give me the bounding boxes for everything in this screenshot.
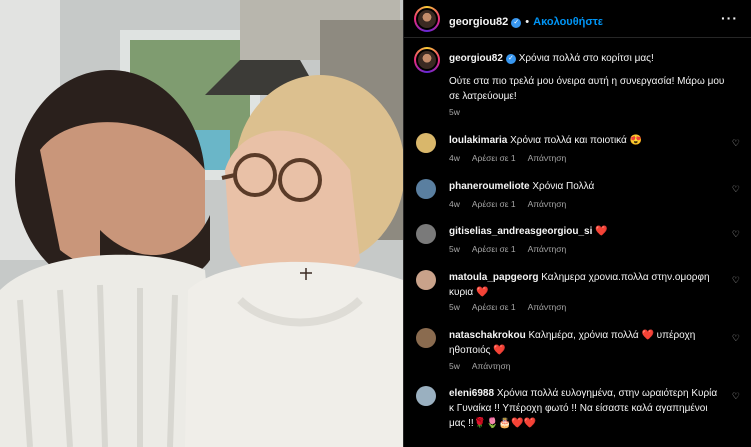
heart-icon[interactable]: ♡ xyxy=(732,184,740,195)
comment-body-cont: κ Γυναίκα !! Υπέροχη φωτό !! Να είσαστε … xyxy=(449,403,708,414)
reply-button[interactable]: Απάντηση xyxy=(472,361,511,371)
post-side-panel: georgiou82 ✓ • Ακολουθήστε ··· georgiou82 ✓ … xyxy=(403,0,751,447)
comment-username[interactable]: matoula_papgeorg xyxy=(449,272,538,283)
reply-button[interactable]: Απάντηση xyxy=(528,153,567,163)
caption-time[interactable]: 5w xyxy=(449,107,460,117)
heart-icon[interactable]: ♡ xyxy=(732,229,740,240)
comment-time[interactable]: 5w xyxy=(449,302,460,312)
comment-meta: 5w Αρέσει σε 1 Απάντηση xyxy=(449,302,578,312)
comment-avatar[interactable] xyxy=(416,179,436,199)
comment-body-cont: κυρια ❤️ xyxy=(449,287,489,298)
comment-username[interactable]: loulakimaria xyxy=(449,135,507,146)
caption-text: georgiou82 ✓ Χρόνια πολλά στο κορίτσι μας… xyxy=(449,51,739,104)
comment-time[interactable]: 4w xyxy=(449,153,460,163)
comment-text: nataschakrokou Καλημέρα, χρόνια πολλά ❤️… xyxy=(449,328,719,358)
comment-text: gitiselias_andreasgeorgiou_si ❤️ xyxy=(449,224,719,239)
comment-avatar[interactable] xyxy=(416,270,436,290)
comment-time[interactable]: 5w xyxy=(449,244,460,254)
comment-time[interactable]: 4w xyxy=(449,199,460,209)
comment-body: Καλημερα χρονια.πολλα στην.ομορφη xyxy=(541,272,710,283)
photo-illustration xyxy=(0,0,403,447)
caption-line-3: σε λατρεύουμε! xyxy=(449,91,517,102)
verified-badge-icon: ✓ xyxy=(505,54,516,64)
comment-text: loulakimaria Χρόνια πολλά και ποιοτικά 😍 xyxy=(449,133,719,148)
comment-likes[interactable]: Αρέσει σε 1 xyxy=(472,244,516,254)
separator-dot: • xyxy=(525,16,530,28)
comment-avatar[interactable] xyxy=(416,386,436,406)
header-author: georgiou82 ✓ • Ακολουθήστε xyxy=(449,12,603,30)
heart-icon[interactable]: ♡ xyxy=(732,275,740,286)
comment-time[interactable]: 5w xyxy=(449,361,460,371)
comment-avatar[interactable] xyxy=(416,133,436,153)
reply-button[interactable]: Απάντηση xyxy=(528,244,567,254)
comment-body-cont: μας !!🌹🌷🎂❤️❤️ xyxy=(449,418,536,429)
heart-icon[interactable]: ♡ xyxy=(732,333,740,344)
comment-avatar[interactable] xyxy=(416,328,436,348)
heart-icon[interactable]: ♡ xyxy=(732,391,740,402)
author-avatar[interactable] xyxy=(414,6,440,32)
comment-likes[interactable]: Αρέσει σε 1 xyxy=(472,302,516,312)
caption-username[interactable]: georgiou82 xyxy=(449,53,503,64)
comment-meta: 4w Αρέσει σε 1 Απάντηση xyxy=(449,199,578,209)
comment-likes[interactable]: Αρέσει σε 1 xyxy=(472,153,516,163)
header-username[interactable]: georgiou82 xyxy=(449,16,508,28)
comment-meta: 5w Απάντηση xyxy=(449,361,523,371)
follow-button[interactable]: Ακολουθήστε xyxy=(533,16,603,28)
comment-username[interactable]: phaneroumeliote xyxy=(449,181,530,192)
comment-username[interactable]: eleni6988 xyxy=(449,388,494,399)
reply-button[interactable]: Απάντηση xyxy=(528,302,567,312)
post-photo[interactable] xyxy=(0,0,403,447)
comment-meta: 4w Αρέσει σε 1 Απάντηση xyxy=(449,153,578,163)
comment-body: Χρόνια πολλά ευλογημένα, στην ωραιότερη … xyxy=(496,388,718,399)
comment-username[interactable]: nataschakrokou xyxy=(449,330,526,341)
more-horizontal-icon[interactable]: ··· xyxy=(721,10,738,26)
comment-text: phaneroumeliote Χρόνια Πολλά xyxy=(449,179,719,194)
comment-body-cont: ηθοποιός ❤️ xyxy=(449,345,506,356)
caption-avatar[interactable] xyxy=(414,47,440,73)
comment-text: eleni6988 Χρόνια πολλά ευλογημένα, στην … xyxy=(449,386,729,431)
caption-line-2: Ούτε στα πιο τρελά μου όνειρα αυτή η συν… xyxy=(449,76,725,87)
comment-username[interactable]: gitiselias_andreasgeorgiou_si xyxy=(449,226,592,237)
comment-meta: 5w Αρέσει σε 1 Απάντηση xyxy=(449,244,578,254)
heart-icon[interactable]: ♡ xyxy=(732,138,740,149)
comment-text: matoula_papgeorg Καλημερα χρονια.πολλα σ… xyxy=(449,270,719,300)
comment-body: Καλημέρα, χρόνια πολλά ❤️ υπέροχη xyxy=(528,330,696,341)
reply-button[interactable]: Απάντηση xyxy=(528,199,567,209)
comment-body: ❤️ xyxy=(595,226,608,237)
verified-badge-icon: ✓ xyxy=(511,18,522,28)
comment-avatar[interactable] xyxy=(416,224,436,244)
caption-line-1: Χρόνια πολλά στο κορίτσι μας! xyxy=(518,53,654,64)
post-header: georgiou82 ✓ • Ακολουθήστε ··· xyxy=(404,0,751,38)
comment-body: Χρόνια Πολλά xyxy=(532,181,595,192)
comment-body: Χρόνια πολλά και ποιοτικά 😍 xyxy=(510,135,643,146)
comment-likes[interactable]: Αρέσει σε 1 xyxy=(472,199,516,209)
